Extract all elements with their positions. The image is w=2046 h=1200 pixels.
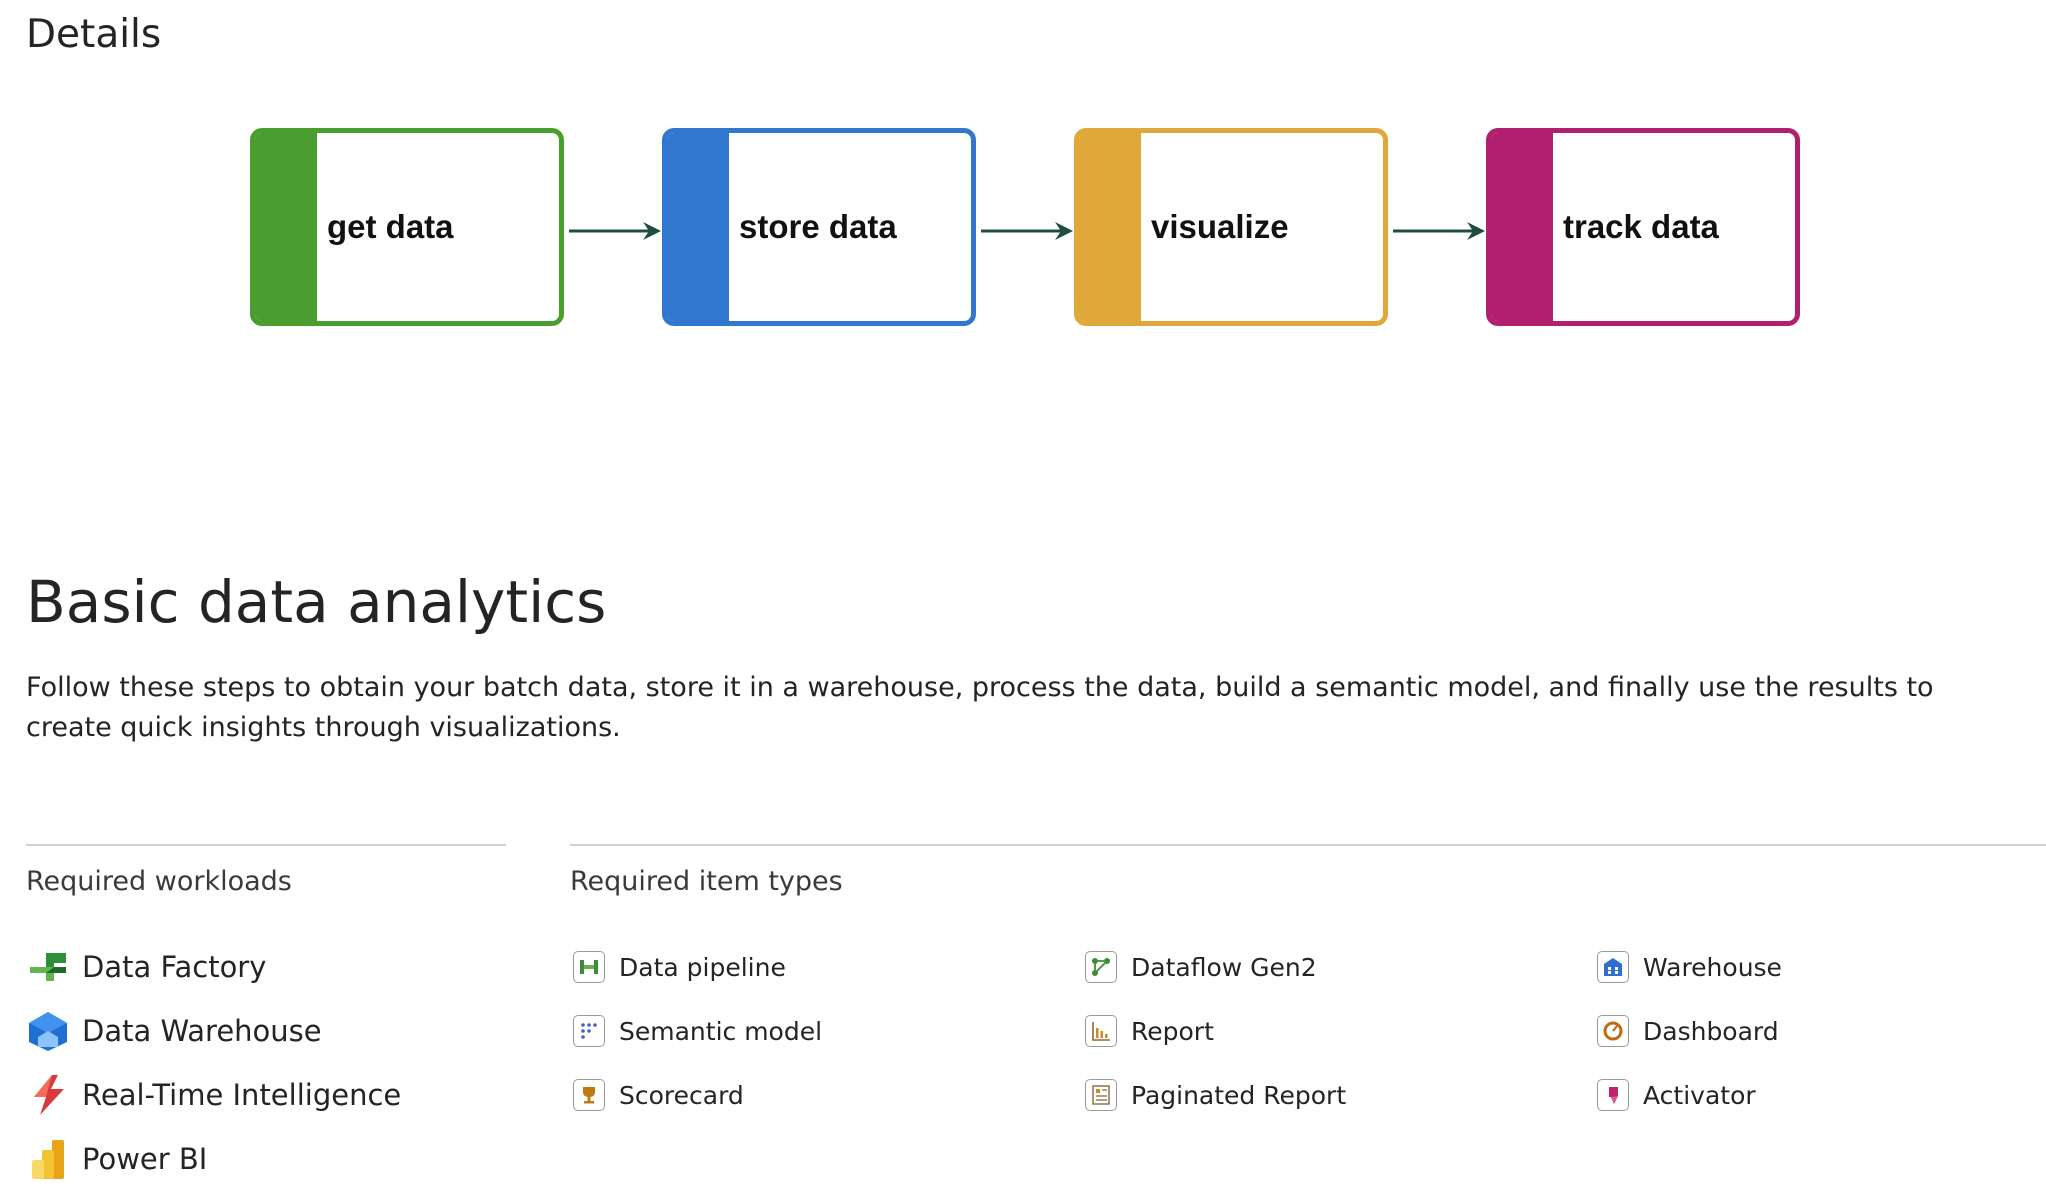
- item-label: Activator: [1643, 1080, 1756, 1110]
- workload-label: Power BI: [82, 1142, 208, 1176]
- workload-label: Data Factory: [82, 950, 267, 984]
- power-bi-icon: [32, 1140, 64, 1179]
- item-label: Warehouse: [1643, 952, 1782, 982]
- workload-real-time-intelligence[interactable]: Real-Time Intelligence: [26, 1071, 401, 1119]
- item-label: Data pipeline: [619, 952, 786, 982]
- flow-arrow-icon: [569, 222, 661, 240]
- workload-data-warehouse[interactable]: Data Warehouse: [26, 1007, 322, 1055]
- workloads-heading: Required workloads: [26, 866, 292, 897]
- activator-icon: [1597, 1079, 1629, 1111]
- semantic-model-icon: [573, 1015, 605, 1047]
- flow-arrow-icon: [981, 222, 1073, 240]
- real-time-intelligence-icon: [34, 1075, 64, 1115]
- step-label: store data: [739, 208, 897, 245]
- step-label: track data: [1563, 208, 1719, 245]
- item-semantic-model[interactable]: Semantic model: [573, 1011, 822, 1051]
- step-store-data: store data: [662, 128, 976, 326]
- item-label: Semantic model: [619, 1016, 823, 1046]
- workload-label: Real-Time Intelligence: [82, 1078, 402, 1112]
- page-description: Follow these steps to obtain your batch …: [26, 672, 1934, 743]
- scorecard-icon: [573, 1079, 605, 1111]
- item-paginated-report[interactable]: Paginated Report: [1085, 1075, 1346, 1115]
- data-factory-icon: [30, 953, 66, 981]
- step-visualize: visualize: [1074, 128, 1388, 326]
- step-label: get data: [327, 208, 454, 245]
- page-title: Basic data analytics: [26, 568, 607, 636]
- step-track-data: track data: [1486, 128, 1800, 326]
- dashboard-icon: [1597, 1015, 1629, 1047]
- item-data-pipeline[interactable]: Data pipeline: [573, 947, 786, 987]
- flow-arrow-icon: [1393, 222, 1485, 240]
- section-heading: Details: [26, 12, 162, 57]
- workload-power-bi[interactable]: Power BI: [26, 1135, 207, 1183]
- item-warehouse[interactable]: Warehouse: [1597, 947, 1782, 987]
- item-report[interactable]: Report: [1085, 1011, 1214, 1051]
- step-label: visualize: [1151, 208, 1289, 245]
- dataflow-gen2-icon: [1085, 951, 1117, 983]
- item-label: Paginated Report: [1131, 1080, 1347, 1110]
- step-color-bar: [1079, 133, 1141, 321]
- report-icon: [1085, 1015, 1117, 1047]
- item-activator[interactable]: Activator: [1597, 1075, 1756, 1115]
- item-label: Scorecard: [619, 1080, 744, 1110]
- step-color-bar: [667, 133, 729, 321]
- divider: [570, 844, 2046, 846]
- item-label: Dataflow Gen2: [1131, 952, 1317, 982]
- workload-label: Data Warehouse: [82, 1014, 322, 1048]
- data-warehouse-icon: [29, 1012, 67, 1051]
- item-scorecard[interactable]: Scorecard: [573, 1075, 744, 1115]
- step-get-data: get data: [250, 128, 564, 326]
- item-dashboard[interactable]: Dashboard: [1597, 1011, 1779, 1051]
- step-color-bar: [1491, 133, 1553, 321]
- item-label: Report: [1131, 1016, 1214, 1046]
- divider: [26, 844, 506, 846]
- item-types-heading: Required item types: [570, 866, 843, 897]
- workload-data-factory[interactable]: Data Factory: [26, 943, 266, 991]
- step-color-bar: [255, 133, 317, 321]
- warehouse-icon: [1597, 951, 1629, 983]
- item-label: Dashboard: [1643, 1016, 1779, 1046]
- item-dataflow-gen2[interactable]: Dataflow Gen2: [1085, 947, 1317, 987]
- data-pipeline-icon: [573, 951, 605, 983]
- paginated-report-icon: [1085, 1079, 1117, 1111]
